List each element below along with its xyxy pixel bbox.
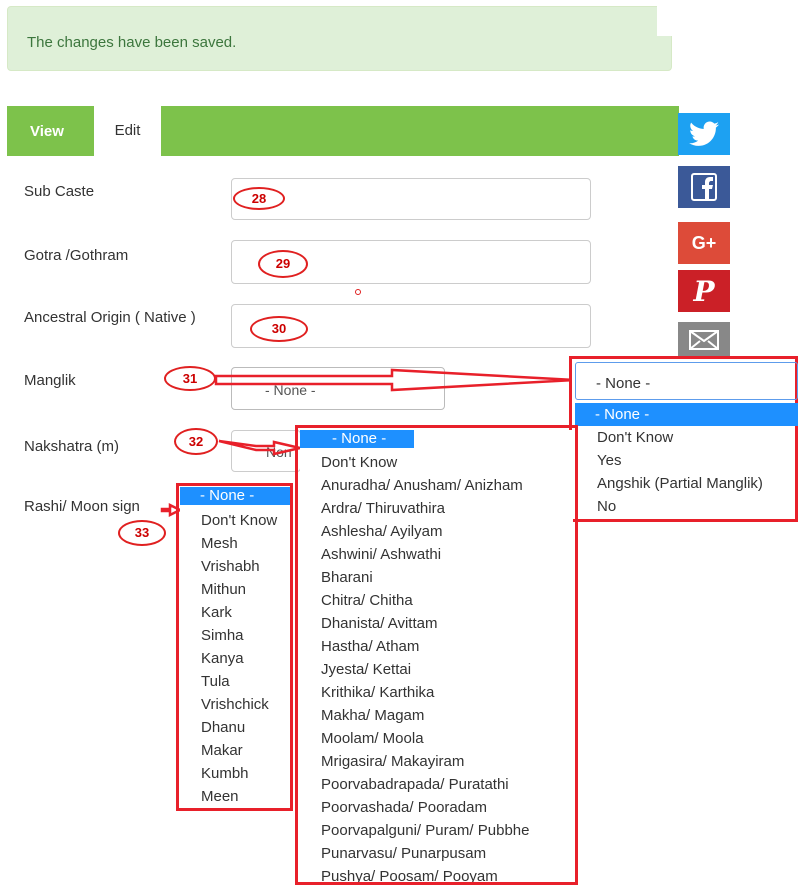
nakshatra-dropdown-highlight (295, 425, 578, 885)
manglik-option[interactable]: Don't Know (575, 426, 798, 449)
manglik-options-list: - None - Don't Know Yes Angshik (Partial… (575, 403, 798, 518)
manglik-option[interactable]: - None - (575, 403, 798, 426)
manglik-option[interactable]: Angshik (Partial Manglik) (575, 472, 798, 495)
manglik-dropdown-header[interactable]: - None - (575, 362, 798, 400)
manglik-option[interactable]: No (575, 495, 798, 518)
manglik-option[interactable]: Yes (575, 449, 798, 472)
arrow-31 (214, 368, 576, 392)
rashi-dropdown-highlight (176, 483, 293, 811)
arrow-32 (218, 439, 301, 456)
manglik-dropdown-value: - None - (596, 375, 651, 392)
